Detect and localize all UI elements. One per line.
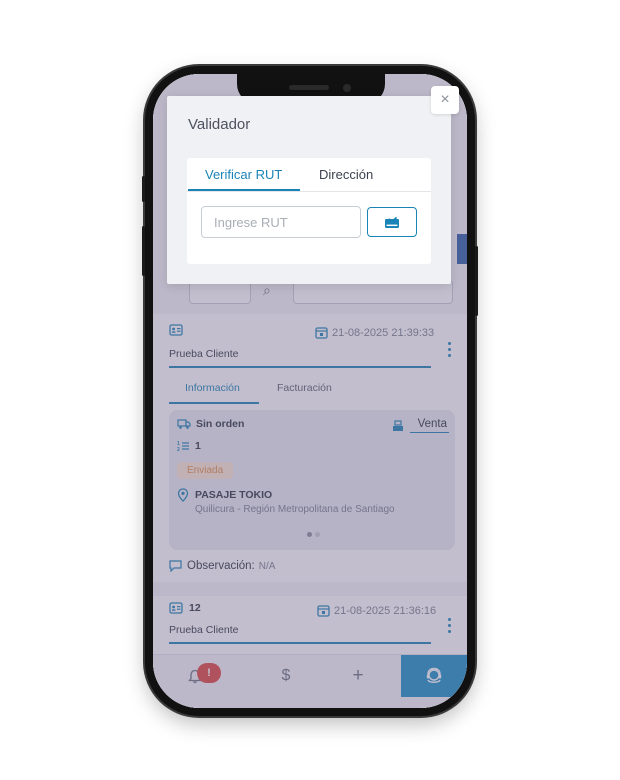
power-button [475, 246, 478, 316]
rut-input[interactable] [201, 206, 361, 238]
mute-switch [142, 176, 145, 202]
modal-title: Validador [188, 116, 251, 133]
validator-modal: Validador Verificar RUT Dirección [167, 96, 451, 284]
tab-indicator [188, 189, 300, 191]
verify-rut-button[interactable] [367, 207, 417, 237]
validator-tabs: Verificar RUT Dirección [187, 158, 431, 192]
validator-card: Verificar RUT Dirección [187, 158, 431, 264]
tab-verificar-rut[interactable]: Verificar RUT [205, 167, 282, 182]
id-card-check-icon [385, 216, 399, 228]
camera-dot [343, 84, 351, 92]
stage: ⌕ 21-08-2025 21:39:33 Prueba Cliente Inf… [0, 0, 620, 780]
close-symbol: × [440, 91, 450, 108]
close-icon[interactable]: × [431, 86, 459, 114]
tab-direccion[interactable]: Dirección [319, 167, 373, 182]
speaker-grille [289, 85, 329, 90]
volume-up-button [142, 226, 145, 276]
